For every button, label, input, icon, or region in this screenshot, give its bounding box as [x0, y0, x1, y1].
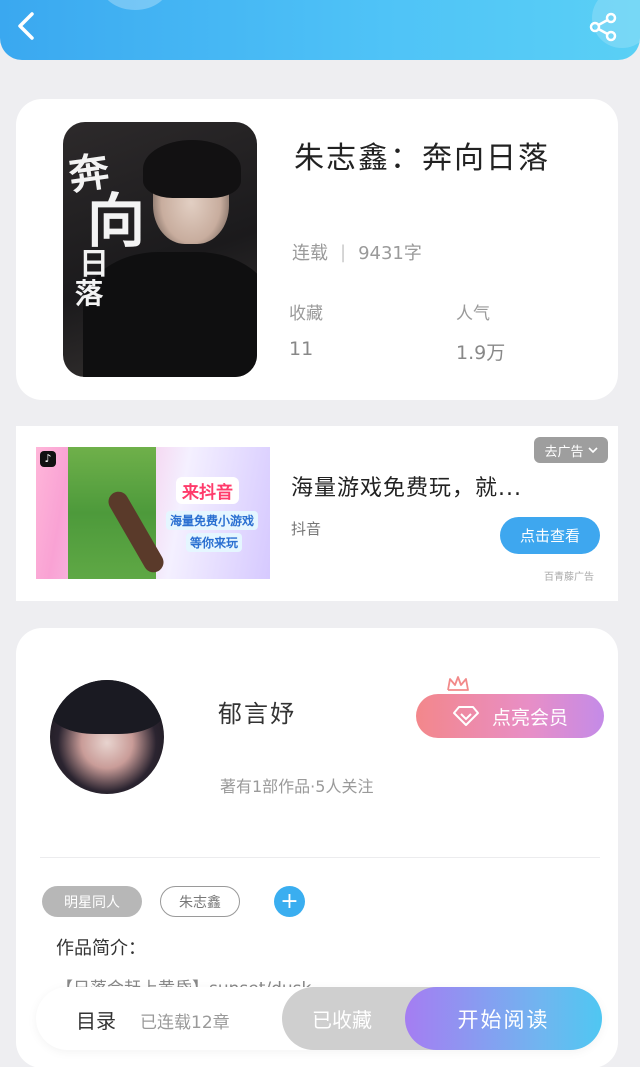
activate-vip-button[interactable]: 点亮会员	[416, 694, 604, 738]
chevron-left-icon[interactable]	[12, 10, 44, 42]
bottom-action-bar: 目录 已连载12章 已收藏 开始阅读	[36, 987, 602, 1050]
divider	[40, 857, 600, 858]
vip-label: 点亮会员	[491, 706, 568, 729]
word-count: 9431字	[358, 243, 422, 264]
avatar-hair	[50, 680, 164, 734]
crown-icon	[447, 676, 469, 691]
cover-figure-hair	[143, 140, 241, 198]
popularity-value: 1.9万	[456, 342, 506, 364]
author-name[interactable]: 郁言妤	[218, 694, 296, 729]
ad-source: 抖音	[291, 520, 322, 538]
book-title: 朱志鑫：奔向日落	[294, 141, 550, 176]
ad-card[interactable]: ♪ 来抖音 海量免费小游戏 等你来玩 去广告 海量游戏免费玩，就... 抖音 点…	[16, 426, 618, 601]
remove-ad-label: 去广告	[544, 444, 584, 460]
author-avatar[interactable]	[50, 680, 164, 794]
ad-promo-title: 来抖音	[176, 477, 239, 504]
decor-bubble	[100, 0, 170, 10]
cover-title: 奔 向 日 落	[66, 148, 146, 310]
ad-promo-line: 等你来玩	[186, 533, 243, 552]
tag-chip[interactable]: 明星同人	[42, 886, 142, 917]
tiktok-icon: ♪	[40, 451, 56, 467]
book-cover[interactable]: 奔 向 日 落	[63, 122, 257, 377]
ad-headline[interactable]: 海量游戏免费玩，就...	[291, 470, 522, 502]
table-of-contents-button[interactable]: 目录	[76, 1005, 116, 1034]
start-reading-button[interactable]: 开始阅读	[405, 987, 602, 1050]
ad-promo-line: 海量免费小游戏	[166, 511, 259, 530]
top-bar	[0, 0, 640, 60]
favorites-label: 收藏	[289, 304, 323, 324]
chapter-count: 已连载12章	[140, 1013, 230, 1033]
book-status-row: 连载 | 9431字	[292, 239, 422, 265]
author-meta: 著有1部作品·5人关注	[220, 777, 374, 796]
cover-title-char: 落	[75, 277, 104, 310]
book-status: 连载	[292, 243, 328, 264]
ad-provider-note: 百青藤广告	[544, 572, 594, 583]
share-icon[interactable]	[586, 10, 620, 44]
ad-cta-button[interactable]: 点击查看	[500, 517, 600, 554]
cover-title-char: 向	[87, 187, 146, 255]
book-info-card: 奔 向 日 落 朱志鑫：奔向日落 连载 | 9431字 收藏 11 人气 1.9…	[16, 99, 618, 400]
popularity-label: 人气	[456, 304, 490, 324]
popularity-stat: 人气 1.9万	[456, 299, 505, 365]
separator: |	[340, 241, 347, 263]
favorites-stat: 收藏 11	[289, 299, 323, 360]
favorited-label: 已收藏	[312, 1008, 372, 1032]
ad-game-screenshot	[68, 447, 168, 579]
remove-ad-button[interactable]: 去广告	[534, 437, 608, 463]
add-tag-button[interactable]: +	[274, 886, 305, 917]
chevron-down-icon	[587, 447, 598, 454]
ad-game-road	[104, 488, 168, 576]
diamond-icon	[452, 706, 479, 726]
tag-chip[interactable]: 朱志鑫	[160, 886, 240, 917]
intro-label: 作品简介：	[56, 938, 146, 959]
favorites-value: 11	[289, 338, 314, 360]
ad-image[interactable]: ♪ 来抖音 海量免费小游戏 等你来玩	[36, 447, 270, 579]
